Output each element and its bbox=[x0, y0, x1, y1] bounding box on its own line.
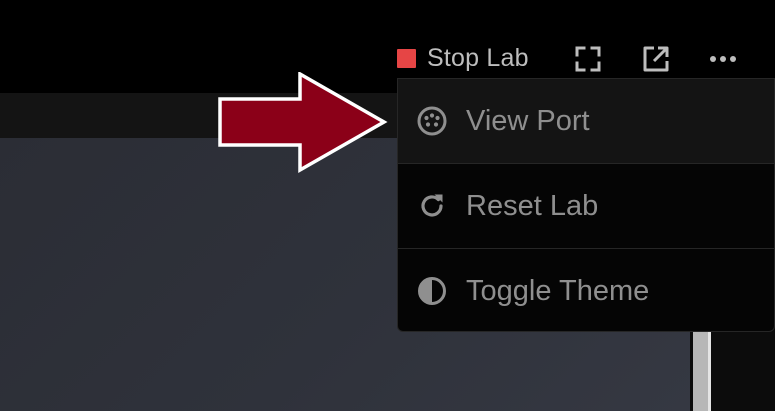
stop-lab-label: Stop Lab bbox=[427, 43, 529, 72]
menu-item-reset-lab[interactable]: Reset Lab bbox=[398, 164, 774, 248]
menu-item-toggle-theme[interactable]: Toggle Theme bbox=[398, 249, 774, 333]
port-icon bbox=[417, 106, 447, 136]
menu-item-label: Reset Lab bbox=[466, 189, 599, 222]
menu-item-view-port[interactable]: View Port bbox=[398, 79, 774, 163]
open-external-icon[interactable] bbox=[641, 44, 671, 74]
more-icon[interactable] bbox=[708, 44, 738, 74]
menu-item-label: View Port bbox=[466, 104, 590, 137]
refresh-icon bbox=[421, 194, 443, 217]
contrast-icon bbox=[418, 277, 446, 305]
dropdown-menu: View Port Reset Lab Toggle Theme bbox=[397, 78, 775, 332]
expand-icon[interactable] bbox=[573, 44, 603, 74]
stop-lab-button[interactable]: Stop Lab bbox=[397, 40, 529, 76]
stop-icon bbox=[397, 48, 416, 68]
annotation-arrow-icon bbox=[218, 72, 388, 174]
menu-item-label: Toggle Theme bbox=[466, 274, 650, 307]
